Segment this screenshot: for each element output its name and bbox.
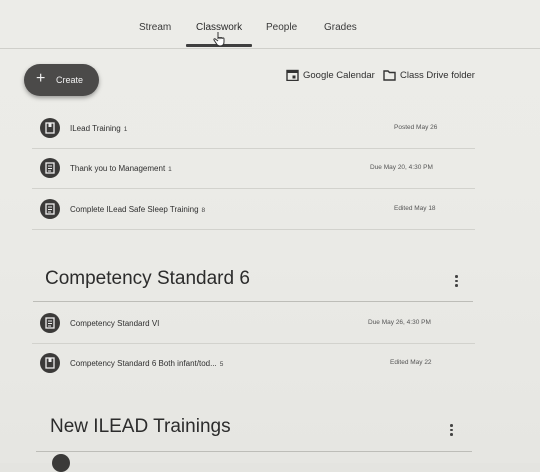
assignment-icon: [40, 313, 60, 333]
assignment-icon: [40, 199, 60, 219]
attachment-count: 8: [201, 207, 206, 214]
hand-cursor-icon: [213, 32, 225, 47]
material-icon: [40, 118, 60, 138]
tab-bar: Stream Classwork People Grades: [0, 0, 540, 49]
list-item[interactable]: Competency Standard VI Due May 26, 4:30 …: [32, 305, 475, 344]
classwork-screen: Stream Classwork People Grades + Create …: [0, 0, 540, 472]
section-more-icon[interactable]: [455, 275, 459, 289]
item-title: Competency Standard 6 Both infant/tod...…: [70, 359, 224, 368]
item-status: Due May 26, 4:30 PM: [368, 319, 431, 326]
item-status: Edited May 18: [394, 205, 436, 212]
item-title: Thank you to Management 1: [70, 164, 172, 173]
item-title: ILead Training 1: [70, 124, 128, 133]
attachment-count: 5: [219, 361, 224, 368]
list-item[interactable]: Thank you to Management 1 Due May 20, 4:3…: [32, 150, 475, 189]
assignment-icon: [52, 454, 70, 472]
list-item[interactable]: Complete ILead Safe Sleep Training 8 Edit…: [32, 191, 475, 230]
section-title: Competency Standard 6: [45, 268, 250, 289]
item-title: Complete ILead Safe Sleep Training 8: [70, 205, 206, 214]
attachment-count: 1: [168, 166, 172, 173]
section-divider: [36, 451, 472, 452]
list-item[interactable]: ILead Training 1 Posted May 26: [32, 110, 475, 149]
create-button[interactable]: + Create: [24, 64, 99, 96]
section-divider: [33, 301, 473, 302]
section-title: New ILEAD Trainings: [50, 416, 231, 437]
attachment-count: 1: [123, 126, 128, 133]
assignment-icon: [40, 158, 60, 178]
section-more-icon[interactable]: [450, 424, 454, 438]
google-calendar-link[interactable]: Google Calendar: [303, 70, 375, 81]
calendar-icon: [286, 69, 299, 81]
item-status: Edited May 22: [390, 359, 432, 366]
tab-grades[interactable]: Grades: [324, 22, 357, 33]
material-icon: [40, 353, 60, 373]
item-title: Competency Standard VI: [70, 319, 160, 328]
plus-icon: +: [36, 70, 46, 87]
tab-stream[interactable]: Stream: [139, 22, 171, 33]
item-status: Posted May 26: [394, 124, 438, 131]
class-drive-folder-link[interactable]: Class Drive folder: [400, 70, 475, 81]
create-label: Create: [56, 75, 84, 85]
tab-people[interactable]: People: [266, 22, 297, 33]
list-item[interactable]: Competency Standard 6 Both infant/tod...…: [32, 345, 475, 383]
folder-icon: [383, 70, 396, 81]
item-status: Due May 20, 4:30 PM: [370, 164, 433, 171]
